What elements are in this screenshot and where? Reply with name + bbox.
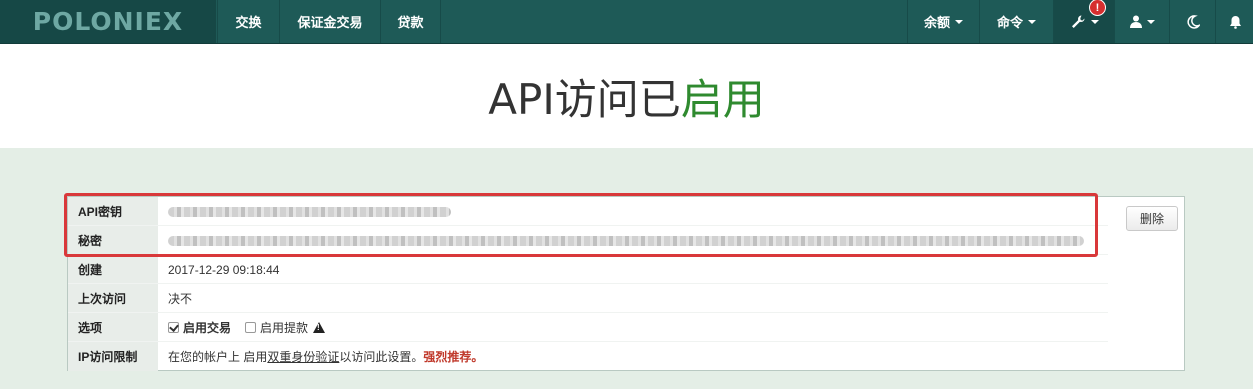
ip-restriction-text-after: 以访问此设置。 [339, 350, 424, 364]
created-value: 2017-12-29 09:18:44 [168, 262, 280, 277]
notifications-button[interactable] [1215, 0, 1253, 43]
delete-api-key-button[interactable]: 删除 [1126, 206, 1178, 231]
ip-restriction-text-before: 在您的帐户上 启用 [168, 350, 268, 364]
title-prefix: API访问已 [488, 74, 681, 124]
user-icon [1129, 15, 1142, 28]
orders-label: 命令 [996, 15, 1023, 30]
api-key-redacted [168, 206, 451, 217]
strongly-recommended-note: 强烈推荐。 [423, 350, 484, 364]
moon-icon [1186, 14, 1200, 29]
secret-row: 秘密 [68, 226, 1108, 255]
created-row: 创建 2017-12-29 09:18:44 [68, 255, 1108, 284]
top-navbar: POLONIEX 交换 保证金交易 贷款 余额 命令 ! [0, 0, 1253, 44]
api-key-panel: API密钥 秘密 创建 2017-12-29 09:18:44 上次访问 决不 … [67, 196, 1185, 371]
last-access-row: 上次访问 决不 [68, 284, 1108, 313]
nav-exchange[interactable]: 交换 [217, 0, 279, 43]
orders-dropdown[interactable]: 命令 [979, 0, 1053, 43]
warning-icon [313, 322, 326, 333]
nav-margin-trading[interactable]: 保证金交易 [279, 0, 380, 43]
enable-trading-checkbox[interactable] [168, 322, 179, 333]
chevron-down-icon [955, 19, 963, 24]
options-row: 选项 启用交易 启用提款 [68, 313, 1108, 342]
title-band: API访问已启用 [0, 44, 1253, 148]
balances-dropdown[interactable]: 余额 [907, 0, 979, 43]
logo-text: POLONIEX [32, 7, 184, 36]
nav-lending[interactable]: 贷款 [380, 0, 441, 43]
last-access-label: 上次访问 [68, 284, 158, 313]
options-value: 启用交易 启用提款 [168, 313, 339, 342]
ip-restriction-row: IP访问限制 在您的帐户上 启用 双重身份验证 以访问此设置。 强烈推荐。 [68, 342, 1108, 371]
enable-trading-label: 启用交易 [183, 321, 232, 335]
wrench-icon [1071, 15, 1084, 28]
secret-redacted [168, 235, 1084, 246]
created-label: 创建 [68, 255, 158, 284]
enable-trading-option[interactable]: 启用交易 [168, 319, 231, 336]
account-dropdown[interactable] [1114, 0, 1169, 43]
enable-withdrawals-label: 启用提款 [260, 321, 309, 335]
enable-withdrawals-checkbox[interactable] [245, 322, 257, 333]
title-status: 启用 [680, 74, 765, 124]
chevron-down-icon [1028, 19, 1036, 24]
api-key-value[interactable] [168, 197, 451, 226]
bell-icon [1229, 15, 1241, 29]
balances-label: 余额 [923, 15, 950, 30]
enable-withdrawals-option[interactable]: 启用提款 [245, 319, 326, 336]
two-factor-auth-link[interactable]: 双重身份验证 [267, 348, 339, 365]
ip-restriction-label: IP访问限制 [68, 342, 158, 371]
nav-margin-trading-label: 保证金交易 [297, 15, 363, 30]
secret-value[interactable] [168, 226, 1084, 255]
ip-restriction-value: 在您的帐户上 启用 双重身份验证 以访问此设置。 强烈推荐。 [168, 342, 483, 371]
api-key-row: API密钥 [68, 197, 1108, 226]
chevron-down-icon [1146, 19, 1155, 24]
nav-lending-label: 贷款 [397, 15, 424, 30]
secret-label: 秘密 [68, 226, 158, 255]
night-mode-toggle[interactable] [1169, 0, 1215, 43]
page-title: API访问已启用 [488, 66, 764, 127]
nav-exchange-label: 交换 [235, 15, 262, 30]
last-access-value: 决不 [168, 292, 193, 306]
poloniex-logo[interactable]: POLONIEX [0, 0, 216, 43]
api-key-label: API密钥 [68, 197, 158, 226]
options-label: 选项 [68, 313, 158, 342]
chevron-down-icon [1090, 19, 1099, 24]
